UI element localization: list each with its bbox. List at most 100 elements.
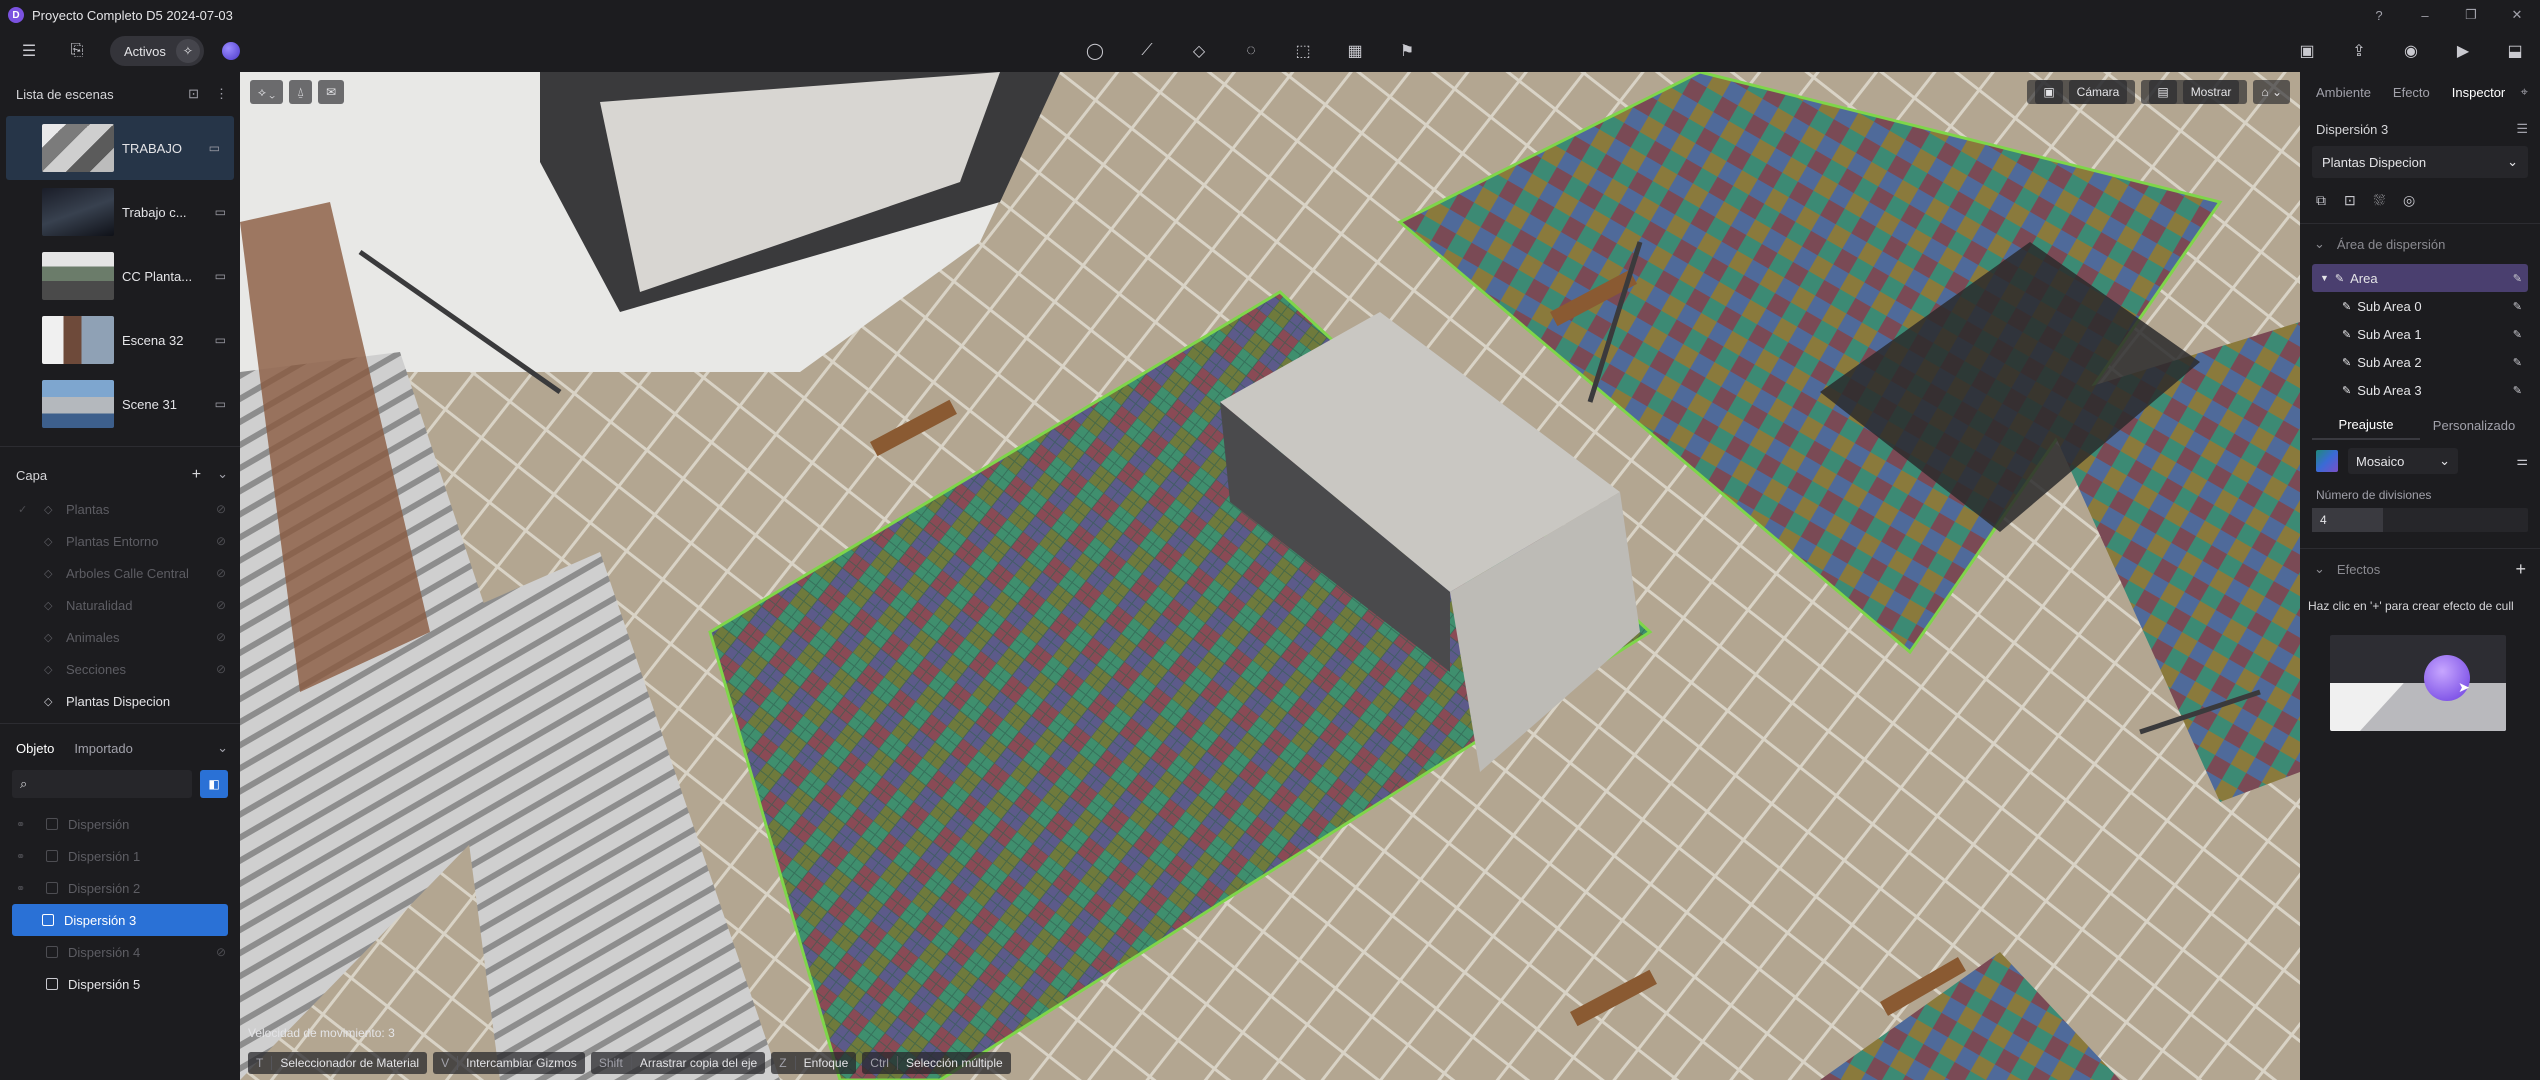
scene-item-trabajo[interactable]: TRABAJO ▭ bbox=[6, 116, 234, 180]
tab-preajuste[interactable]: Preajuste bbox=[2312, 410, 2420, 440]
add-scene-icon[interactable]: ⊡ bbox=[188, 86, 199, 102]
focus-icon[interactable]: ⊡ bbox=[2344, 192, 2356, 209]
hidden-eye-icon[interactable]: ⊘ bbox=[216, 945, 226, 959]
import-file-icon[interactable]: ⎘ bbox=[62, 36, 92, 66]
snap-icon[interactable]: ⍙ bbox=[288, 80, 313, 104]
object-item[interactable]: Dispersión 5 bbox=[0, 968, 240, 1000]
minimize-icon[interactable]: – bbox=[2402, 0, 2448, 30]
effects-section[interactable]: ⌄ Efectos + bbox=[2300, 549, 2540, 589]
export-icon[interactable]: ⬓ bbox=[2500, 36, 2530, 66]
camera-capture-icon[interactable]: ◉ bbox=[2396, 36, 2426, 66]
restore-icon[interactable]: ❐ bbox=[2448, 0, 2494, 30]
hidden-eye-icon[interactable]: ⊘ bbox=[216, 566, 226, 580]
layer-settings-icon[interactable]: ☰ bbox=[2516, 121, 2528, 137]
pin-icon[interactable]: ⌖ bbox=[2521, 84, 2528, 100]
annotation-tool-icon[interactable]: ⚑ bbox=[1392, 36, 1422, 66]
tab-inspector[interactable]: Inspector bbox=[2452, 85, 2505, 100]
tab-objeto[interactable]: Objeto bbox=[16, 741, 54, 756]
scene-camera-icon[interactable]: ▭ bbox=[215, 397, 226, 411]
transform-mode-icon[interactable]: ⟡ ⌄ bbox=[250, 80, 283, 104]
view-mode-dropdown[interactable]: ⌂ ⌄ bbox=[2253, 80, 2290, 104]
adjust-sliders-icon[interactable]: ⚌ bbox=[2516, 453, 2528, 469]
tab-personalizado[interactable]: Personalizado bbox=[2420, 410, 2528, 440]
add-effect-icon[interactable]: + bbox=[2515, 559, 2526, 580]
area-item[interactable]: ✎ Sub Area 3 ✎ bbox=[2312, 376, 2528, 404]
road-tool-icon[interactable]: ▦ bbox=[1340, 36, 1370, 66]
scatter-icon bbox=[46, 850, 58, 862]
layer-item[interactable]: ◇ Plantas Entorno ⊘ bbox=[0, 525, 240, 557]
hidden-eye-icon[interactable]: ⊘ bbox=[216, 662, 226, 676]
video-icon[interactable]: ▶ bbox=[2448, 36, 2478, 66]
scene-item[interactable]: Escena 32 ▭ bbox=[0, 308, 240, 372]
shortcut-label: Seleccionador de Material bbox=[280, 1056, 420, 1070]
hidden-eye-icon[interactable]: ⊘ bbox=[216, 502, 226, 516]
layer-item[interactable]: ◇ Naturalidad ⊘ bbox=[0, 589, 240, 621]
hidden-eye-icon[interactable]: ⊘ bbox=[216, 598, 226, 612]
shape-tool-icon[interactable]: ◇ bbox=[1184, 36, 1214, 66]
area-item[interactable]: ✎ Sub Area 2 ✎ bbox=[2312, 348, 2528, 376]
layer-item[interactable]: ✓ ◇ Plantas ⊘ bbox=[0, 493, 240, 525]
object-item[interactable]: ⚭ Dispersión 1 bbox=[0, 840, 240, 872]
share-icon[interactable]: ⇪ bbox=[2344, 36, 2374, 66]
object-item[interactable]: Dispersión 4 ⊘ bbox=[0, 936, 240, 968]
more-options-icon[interactable]: ⋮ bbox=[215, 86, 228, 102]
3d-viewport[interactable]: ⟡ ⌄ ⍙ ✉ ▣ Cámara ▤ Mostrar ⌂ ⌄ Velocidad d… bbox=[240, 72, 2300, 1080]
divisions-slider[interactable]: 4 bbox=[2312, 508, 2528, 532]
scatter-tool-icon[interactable]: ⬚ bbox=[1288, 36, 1318, 66]
render-queue-icon[interactable]: ▣ bbox=[2292, 36, 2322, 66]
scene-camera-icon[interactable]: ▭ bbox=[215, 269, 226, 283]
layer-item[interactable]: ◇ Secciones ⊘ bbox=[0, 653, 240, 685]
particle-icon[interactable]: ◌ bbox=[1236, 36, 1266, 66]
edit-area-icon[interactable]: ✎ bbox=[2513, 356, 2522, 369]
link-icon: ⚭ bbox=[16, 882, 26, 895]
collapse-chevron-icon[interactable]: ⌄ bbox=[217, 466, 228, 484]
hidden-eye-icon[interactable]: ⊘ bbox=[216, 534, 226, 548]
edit-area-icon[interactable]: ✎ bbox=[2513, 272, 2522, 285]
material-icon[interactable]: ⛆ bbox=[2374, 192, 2385, 209]
ai-assets-icon[interactable]: ✧ bbox=[175, 39, 200, 63]
path-tool-icon[interactable]: ⟋ bbox=[1132, 36, 1162, 66]
layer-item[interactable]: ◇ Arboles Calle Central ⊘ bbox=[0, 557, 240, 589]
hidden-eye-icon[interactable]: ⊘ bbox=[216, 630, 226, 644]
scene-camera-icon[interactable]: ▭ bbox=[209, 141, 220, 155]
object-item[interactable]: ⚭ Dispersión 2 bbox=[0, 872, 240, 904]
scene-item[interactable]: Trabajo c... ▭ bbox=[0, 180, 240, 244]
object-search-input[interactable]: ⌕ bbox=[12, 770, 192, 798]
tab-importado[interactable]: Importado bbox=[74, 741, 133, 756]
edit-area-icon[interactable]: ✎ bbox=[2513, 384, 2522, 397]
edit-area-icon[interactable]: ✎ bbox=[2513, 328, 2522, 341]
scatter-icon bbox=[42, 914, 54, 926]
comment-icon[interactable]: ✉ bbox=[318, 80, 345, 104]
filter-button[interactable]: ◧ bbox=[200, 770, 228, 798]
object-item-selected[interactable]: Dispersión 3 bbox=[12, 904, 228, 936]
area-item[interactable]: ✎ Sub Area 1 ✎ bbox=[2312, 320, 2528, 348]
scene-item[interactable]: Scene 31 ▭ bbox=[0, 372, 240, 436]
object-item[interactable]: ⚭ Dispersión bbox=[0, 808, 240, 840]
replace-model-icon[interactable]: ⧉ bbox=[2316, 192, 2326, 209]
ai-orb-icon[interactable] bbox=[221, 42, 240, 60]
layer-select[interactable]: Plantas Dispecion ⌄ bbox=[2312, 146, 2528, 178]
tab-ambiente[interactable]: Ambiente bbox=[2316, 85, 2371, 100]
help-icon[interactable]: ? bbox=[2356, 0, 2402, 30]
layer-item-plantas-dispecion[interactable]: ◇ Plantas Dispecion bbox=[0, 685, 240, 717]
light-bulb-icon[interactable]: ◯ bbox=[1080, 36, 1110, 66]
layer-item[interactable]: ◇ Animales ⊘ bbox=[0, 621, 240, 653]
close-icon[interactable]: ✕ bbox=[2494, 0, 2540, 30]
camera-button[interactable]: ▣ Cámara bbox=[2027, 80, 2136, 104]
tab-efecto[interactable]: Efecto bbox=[2393, 85, 2430, 100]
edit-area-icon[interactable]: ✎ bbox=[2513, 300, 2522, 313]
area-name: Sub Area 2 bbox=[2357, 354, 2422, 370]
collapse-chevron-icon[interactable]: ⌄ bbox=[217, 740, 228, 756]
scene-item[interactable]: CC Planta... ▭ bbox=[0, 244, 240, 308]
pattern-select[interactable]: Mosaico ⌄ bbox=[2348, 448, 2458, 474]
scene-camera-icon[interactable]: ▭ bbox=[215, 333, 226, 347]
menu-icon[interactable]: ☰ bbox=[14, 36, 44, 66]
assets-button[interactable]: Activos ✧ bbox=[110, 36, 204, 66]
scene-camera-icon[interactable]: ▭ bbox=[215, 205, 226, 219]
scatter-area-section[interactable]: ⌄ Área de dispersión bbox=[2300, 224, 2540, 264]
show-button[interactable]: ▤ Mostrar bbox=[2141, 80, 2248, 104]
area-item[interactable]: ✎ Sub Area 0 ✎ bbox=[2312, 292, 2528, 320]
add-layer-icon[interactable]: + bbox=[192, 466, 201, 484]
area-item-main[interactable]: ▼ ✎ Area ✎ bbox=[2312, 264, 2528, 292]
random-icon[interactable]: ◎ bbox=[2403, 192, 2415, 209]
